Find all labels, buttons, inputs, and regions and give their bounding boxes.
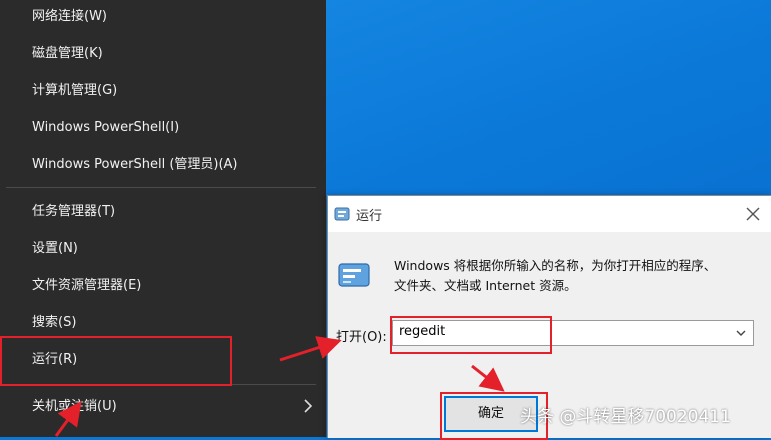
arrow-to-open-input [279, 336, 342, 362]
watermark-text: 头条 @斗转星移70020411 [520, 407, 731, 427]
arrow-to-ok-button [471, 364, 505, 392]
arrow-to-run-item [54, 401, 82, 437]
annotation-arrows [54, 336, 505, 437]
